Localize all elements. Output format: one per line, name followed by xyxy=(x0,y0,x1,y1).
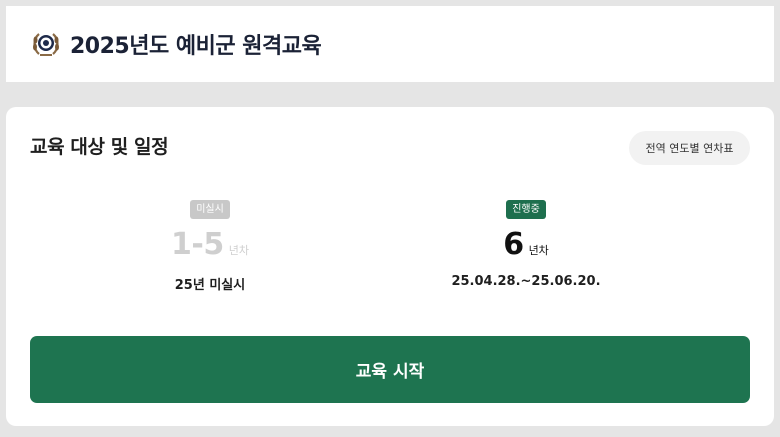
round-detail: 25년 미실시 xyxy=(174,278,246,293)
round-unit: 년차 xyxy=(228,244,249,257)
round-column-past: 미실시 1-5 년차 25년 미실시 xyxy=(30,197,390,293)
status-badge: 진행중 xyxy=(506,200,546,219)
round-number: 6 xyxy=(503,227,524,262)
military-emblem-icon xyxy=(30,28,62,60)
status-badge: 미실시 xyxy=(190,200,230,219)
service-year-chart-button[interactable]: 전역 연도별 연차표 xyxy=(629,131,750,165)
round-column-current: 진행중 6 년차 25.04.28.~25.06.20. xyxy=(346,197,706,289)
app-header: 2025년도 예비군 원격교육 xyxy=(6,6,774,82)
round-number: 1-5 xyxy=(171,227,224,262)
schedule-card: 교육 대상 및 일정 전역 연도별 연차표 미실시 1-5 년차 25년 미실시… xyxy=(6,107,774,426)
round-detail: 25.04.28.~25.06.20. xyxy=(451,274,601,289)
app-title: 2025년도 예비군 원격교육 xyxy=(70,34,322,59)
section-title: 교육 대상 및 일정 xyxy=(30,136,169,158)
start-education-button[interactable]: 교육 시작 xyxy=(30,336,750,403)
round-unit: 년차 xyxy=(528,244,549,257)
